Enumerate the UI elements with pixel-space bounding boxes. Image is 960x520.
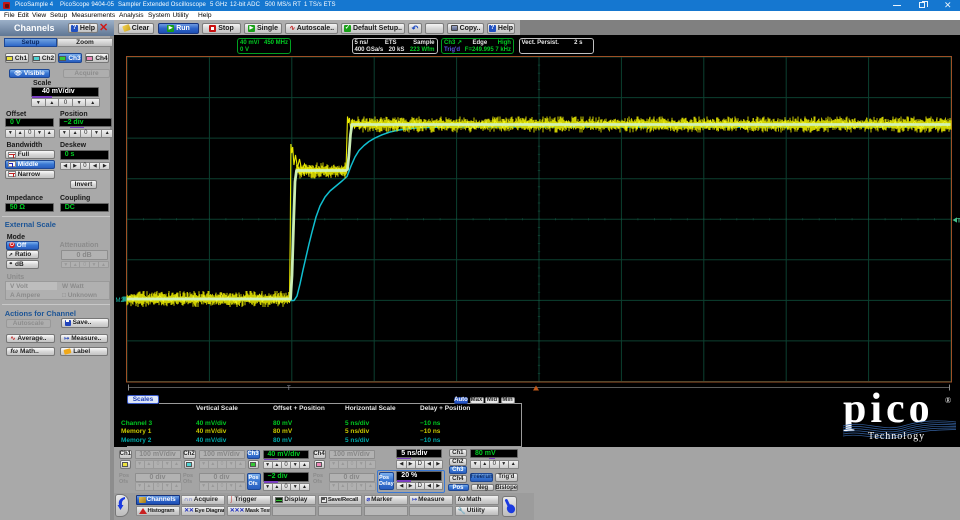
svg-text:T: T: [287, 386, 291, 392]
